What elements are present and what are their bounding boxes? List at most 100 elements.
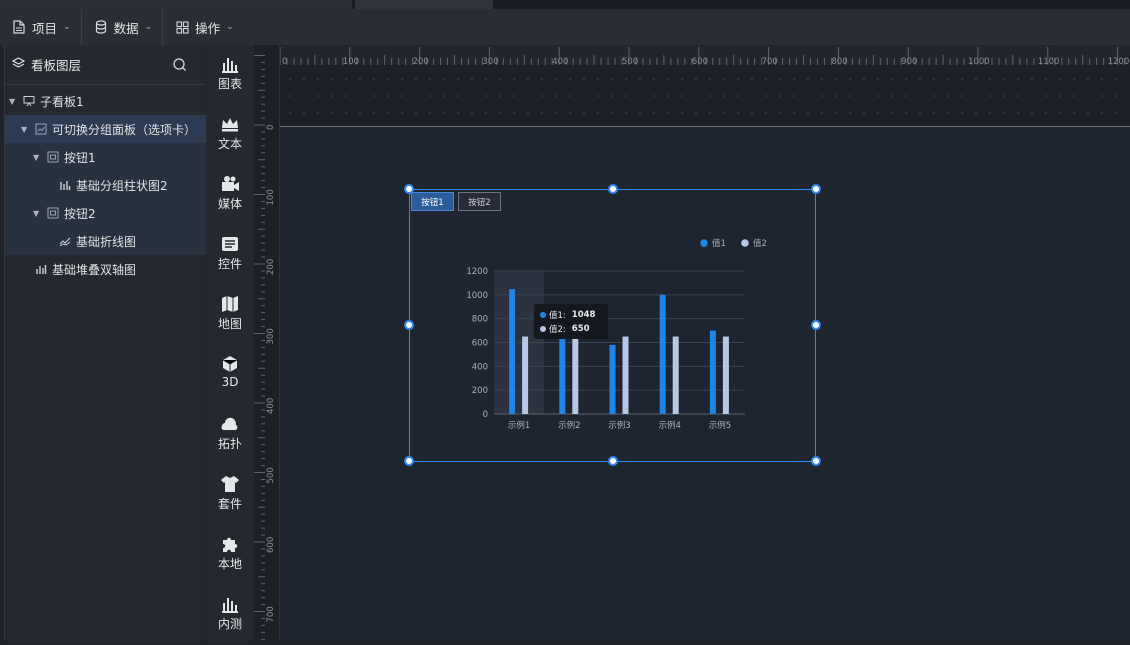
ruler-label: 100: [343, 57, 359, 67]
palette-label: 3D: [221, 375, 239, 389]
palette-label: 本地: [217, 557, 242, 571]
operations-menu[interactable]: 操作 ⌄: [163, 9, 244, 45]
palette-local[interactable]: 本地: [206, 525, 254, 585]
ruler-dot: [905, 95, 907, 97]
puzzle-icon: [223, 537, 238, 552]
ruler-dot: [541, 78, 543, 80]
tree-item-label: 按钮2: [64, 206, 96, 221]
ruler-dot: [835, 95, 837, 97]
ruler-dot: [639, 112, 641, 114]
x-tick-label: 示例2: [558, 420, 580, 431]
ruler-dot: [499, 95, 501, 97]
ruler-dot: [933, 95, 935, 97]
ruler-dot: [807, 95, 809, 97]
tree-item-tab-panel[interactable]: ▼ 可切换分组面板（选项卡）: [5, 115, 206, 143]
vertical-ruler-ticks: 0 100 200 300 400 500 600 700: [254, 55, 276, 640]
palette-kit[interactable]: 套件: [206, 465, 254, 525]
ruler-dot: [751, 95, 753, 97]
layers-panel: 看板图层 ▼ 子看板1 ▼ 可切换分组面板（选项卡） ▼ 按钮1 基础分组柱状图…: [4, 45, 206, 641]
ruler-label: 600: [692, 57, 708, 67]
caret-down-icon[interactable]: ▼: [33, 153, 43, 162]
ruler-dot: [975, 78, 977, 80]
ruler-dot: [1059, 78, 1061, 80]
cube-icon: [222, 356, 238, 372]
caret-down-icon[interactable]: ▼: [33, 209, 43, 218]
ruler-dot: [597, 95, 599, 97]
search-icon[interactable]: [172, 57, 188, 73]
palette-map[interactable]: 地图: [206, 285, 254, 345]
layers-icon: [11, 56, 26, 73]
palette-control[interactable]: 控件: [206, 225, 254, 285]
y-tick-label: 0: [483, 410, 488, 420]
window-tab-active[interactable]: [355, 0, 493, 9]
ruler-dot: [499, 78, 501, 80]
caret-down-icon[interactable]: ▼: [21, 125, 31, 134]
ruler-label: 500: [266, 467, 276, 483]
ruler-dot: [793, 112, 795, 114]
tree-item-stacked-dual-axis[interactable]: 基础堆叠双轴图: [5, 255, 206, 283]
bar: [622, 336, 629, 414]
ruler-dot: [513, 95, 515, 97]
ruler-dot: [583, 112, 585, 114]
ruler-dot: [1017, 95, 1019, 97]
ruler-dot: [1073, 95, 1075, 97]
tree-item-grouped-bar-chart[interactable]: 基础分组柱状图2: [5, 171, 206, 199]
ruler-dot: [737, 78, 739, 80]
palette-chart[interactable]: 图表: [206, 45, 254, 105]
ruler-dot: [793, 78, 795, 80]
palette-media[interactable]: 媒体: [206, 165, 254, 225]
legend-swatch: [741, 239, 749, 247]
ruler-dot: [1101, 112, 1103, 114]
palette-label: 内测: [217, 617, 242, 631]
tree-item-label: 基础堆叠双轴图: [52, 262, 137, 277]
ruler-dot: [541, 95, 543, 97]
ruler-dot: [1073, 78, 1075, 80]
ruler-dot: [1087, 112, 1089, 114]
project-menu[interactable]: 项目 ⌄: [0, 9, 82, 45]
monitor-icon: [23, 95, 35, 107]
tree-item-button1[interactable]: ▼ 按钮1: [5, 143, 206, 171]
ruler-dot: [1031, 95, 1033, 97]
palette-topology[interactable]: 拓扑: [206, 405, 254, 465]
palette-text[interactable]: 文本: [206, 105, 254, 165]
operations-menu-label: 操作: [195, 20, 221, 36]
tree-item-sub-board[interactable]: ▼ 子看板1: [5, 87, 206, 115]
tree-item-line-chart[interactable]: 基础折线图: [5, 227, 206, 255]
ruler-dot: [695, 112, 697, 114]
palette-3d[interactable]: 3D: [206, 345, 254, 405]
ruler-dot: [471, 112, 473, 114]
ruler-dot: [737, 112, 739, 114]
palette-beta[interactable]: 内测: [206, 585, 254, 645]
ruler-dot: [387, 95, 389, 97]
ruler-dot: [779, 78, 781, 80]
ruler-label: 100: [266, 189, 276, 205]
ruler-dot: [345, 112, 347, 114]
ruler-dot: [695, 95, 697, 97]
window-tab[interactable]: [0, 0, 352, 9]
ruler-dot: [569, 78, 571, 80]
bar: [609, 344, 616, 414]
video-icon: [222, 176, 239, 191]
ruler-dot: [471, 95, 473, 97]
bar: [572, 336, 579, 414]
ruler-dot: [849, 78, 851, 80]
ruler-dot: [835, 78, 837, 80]
ruler-dot: [415, 112, 417, 114]
ruler-dot: [373, 78, 375, 80]
y-tick-label: 1200: [466, 267, 488, 277]
chevron-down-icon: ⌄: [226, 22, 234, 32]
palette-label: 拓扑: [217, 437, 242, 451]
caret-down-icon[interactable]: ▼: [9, 97, 19, 106]
ruler-dot: [905, 78, 907, 80]
ruler-dot: [303, 95, 305, 97]
data-menu[interactable]: 数据 ⌄: [82, 9, 164, 45]
ruler-dot: [625, 78, 627, 80]
ruler-dot: [289, 112, 291, 114]
project-menu-label: 项目: [32, 20, 58, 36]
tooltip-value: 650: [571, 324, 590, 334]
tree-item-button2[interactable]: ▼ 按钮2: [5, 199, 206, 227]
ruler-dot: [961, 78, 963, 80]
ruler-dot: [821, 78, 823, 80]
ruler-dot: [1003, 112, 1005, 114]
ruler-dot: [457, 112, 459, 114]
